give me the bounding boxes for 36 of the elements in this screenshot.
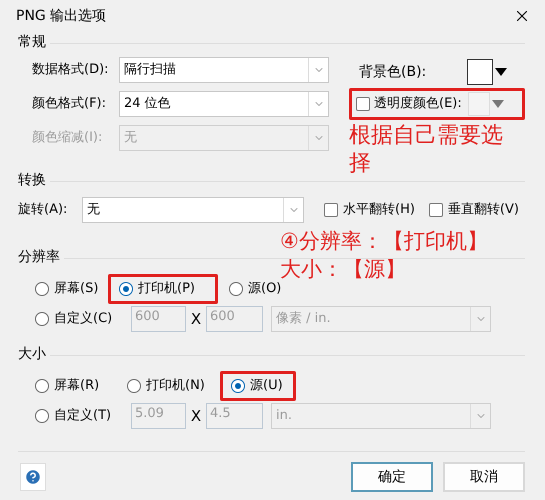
group-heading: 常规: [18, 33, 46, 52]
radio-label: 源(O): [248, 280, 282, 298]
checkbox-label: 透明度颜色(E):: [374, 95, 462, 114]
field-label: 颜色格式(F):: [32, 95, 108, 114]
radio-option[interactable]: 打印机(N): [116, 371, 220, 401]
dropdown[interactable]: 24 位色: [119, 91, 329, 117]
field-label: 数据格式(D):: [32, 61, 110, 80]
radio-label: 屏幕(S): [54, 280, 98, 298]
radio-label: 源(U): [250, 377, 283, 396]
checkbox-label: 垂直翻转(V): [448, 201, 519, 220]
field-label: 颜色缩减(I):: [32, 129, 104, 148]
dropdown[interactable]: 无: [82, 197, 304, 223]
times-sign: X: [190, 406, 202, 427]
radio-label: 打印机(N): [146, 377, 205, 396]
annotation-text: 大小：【源】: [280, 256, 407, 282]
annotation-text: ④分辨率：【打印机】: [280, 228, 488, 255]
radio-option[interactable]: 源(U): [220, 371, 296, 401]
radio-label: 自定义(C): [54, 310, 112, 328]
radio-label: 打印机(P): [138, 280, 195, 298]
field-label: 背景色(B):: [359, 62, 428, 82]
times-sign: X: [190, 308, 202, 330]
group-heading: 分辨率: [18, 248, 60, 267]
dropdown[interactable]: 隔行扫描: [119, 57, 329, 83]
radio-option[interactable]: 打印机(P): [108, 274, 218, 304]
radio-option[interactable]: 屏幕(S): [24, 274, 108, 304]
window-title: PNG 输出选项: [16, 6, 106, 26]
radio-label: 自定义(T): [54, 407, 112, 426]
dialog-button[interactable]: 确定: [351, 462, 433, 492]
group-heading: 转换: [18, 171, 46, 190]
radio-option[interactable]: 屏幕(R): [24, 371, 116, 401]
checkbox-label: 水平翻转(H): [343, 201, 415, 220]
field-label: 旋转(A):: [18, 201, 68, 220]
radio-label: 屏幕(R): [54, 377, 100, 396]
annotation-text: 根据自己需要选择: [349, 122, 504, 178]
group-heading: 大小: [18, 345, 46, 364]
dialog-button[interactable]: 取消: [443, 462, 525, 492]
